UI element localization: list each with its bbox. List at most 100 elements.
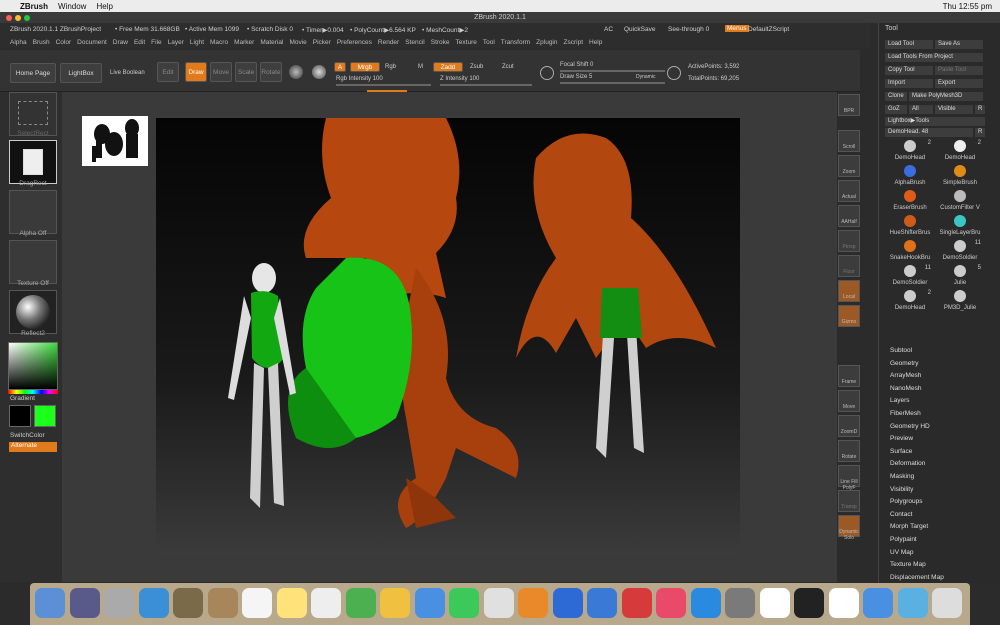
zbrush-icon[interactable] (828, 588, 859, 618)
subpalette-masking[interactable]: Masking (890, 473, 914, 480)
reminders-icon[interactable] (311, 588, 341, 618)
menu-file[interactable]: File (151, 39, 161, 46)
actual-button[interactable]: Actual (838, 180, 860, 202)
subpalette-arraymesh[interactable]: ArrayMesh (890, 372, 921, 379)
subpalette-contact[interactable]: Contact (890, 511, 912, 518)
alternate-button[interactable]: Alternate (9, 442, 57, 452)
draw-size-icon[interactable] (667, 66, 681, 80)
zsub-toggle[interactable]: Zsub (470, 64, 483, 70)
menu-draw[interactable]: Draw (113, 39, 128, 46)
network-icon[interactable] (863, 588, 893, 618)
hue-bar[interactable] (8, 390, 58, 394)
trash-icon[interactable] (932, 588, 962, 618)
tool-simplebrush[interactable]: SimpleBrush (937, 165, 983, 189)
color-sphere-icon[interactable] (312, 65, 326, 79)
menu-preferences[interactable]: Preferences (337, 39, 372, 46)
subpalette-nanomesh[interactable]: NanoMesh (890, 385, 921, 392)
live-boolean-button[interactable]: Live Boolean (110, 70, 145, 76)
lightbox-button[interactable]: LightBox (60, 63, 102, 83)
nosign-icon[interactable] (621, 588, 652, 618)
menu-document[interactable]: Document (77, 39, 107, 46)
ac-label[interactable]: AC (604, 26, 613, 33)
document-canvas[interactable] (156, 118, 740, 555)
subpalette-preview[interactable]: Preview (890, 435, 913, 442)
menu-help[interactable]: Help (589, 39, 602, 46)
demohead-slider[interactable]: DemoHead. 48 (885, 128, 973, 137)
zoom-icon[interactable] (24, 15, 30, 21)
scale-button[interactable]: Scale (235, 62, 257, 82)
focal-shift-slider[interactable]: Focal Shift 0 (560, 62, 593, 68)
news-icon[interactable] (587, 588, 617, 618)
color-picker[interactable] (8, 342, 58, 390)
alpha-slot[interactable] (9, 190, 57, 234)
transp-button[interactable]: Transp (838, 490, 860, 512)
zoom-button[interactable]: Zoom (838, 155, 860, 177)
menus-button[interactable]: Menus (725, 25, 749, 32)
subpalette-morph-target[interactable]: Morph Target (890, 523, 928, 530)
subpalette-deformation[interactable]: Deformation (890, 460, 925, 467)
scroll-button[interactable]: Scroll (838, 130, 860, 152)
edit-button[interactable]: Edit (157, 62, 179, 82)
preview-icon[interactable] (173, 588, 203, 618)
contacts-icon[interactable] (207, 588, 238, 618)
julie-figure-left[interactable] (228, 263, 296, 508)
soldier-figure-right[interactable] (516, 133, 716, 459)
goz-button[interactable]: GoZ (885, 105, 907, 114)
minimize-icon[interactable] (15, 15, 21, 21)
draw-size-track[interactable] (560, 82, 665, 84)
mrgb-toggle[interactable]: Mrgb (350, 62, 380, 72)
tool-demosoldier[interactable]: DemoSoldier 11 (887, 265, 933, 289)
menu-material[interactable]: Material (260, 39, 283, 46)
tool-demohead[interactable]: DemoHead 2 (887, 290, 933, 314)
launchpad-icon[interactable] (104, 588, 134, 618)
menu-transform[interactable]: Transform (501, 39, 530, 46)
frame-button[interactable]: Frame (838, 365, 860, 387)
subpalette-subtool[interactable]: Subtool (890, 347, 912, 354)
window-menu[interactable]: Window (58, 2, 86, 11)
subpalette-uv-map[interactable]: UV Map (890, 549, 913, 556)
tool-customfilter-v[interactable]: CustomFilter V (937, 190, 983, 214)
lightbox-tools-button[interactable]: Lightbox▶Tools (885, 117, 985, 126)
tool-julie[interactable]: Julie 5 (937, 265, 983, 289)
make-polymesh-button[interactable]: Make PolyMesh3D (909, 92, 983, 101)
bpr-button[interactable]: BPR (838, 94, 860, 116)
menu-macro[interactable]: Macro (210, 39, 228, 46)
load-tool-button[interactable]: Load Tool (885, 40, 933, 49)
switch-color-button[interactable]: SwitchColor (10, 432, 45, 439)
zcut-toggle[interactable]: Zcut (502, 64, 514, 70)
numbers-icon[interactable] (518, 588, 548, 618)
rotate-view-button[interactable]: Rotate (838, 440, 860, 462)
menu-stencil[interactable]: Stencil (405, 39, 425, 46)
subpalette-surface[interactable]: Surface (890, 448, 912, 455)
preferences-icon[interactable] (725, 588, 755, 618)
finder-icon[interactable] (35, 588, 65, 618)
drag-rect-icon[interactable] (9, 140, 57, 184)
subpalette-fibermesh[interactable]: FiberMesh (890, 410, 921, 417)
draw-size-slider[interactable]: Draw Size 5 (560, 74, 592, 80)
app-menu[interactable]: ZBrush (20, 2, 48, 11)
subpalette-displacement-map[interactable]: Displacement Map (890, 574, 944, 581)
zscript-label[interactable]: DefaultZScript (748, 26, 789, 33)
visible-button[interactable]: Visible (935, 105, 973, 114)
subpalette-geometry-hd[interactable]: Geometry HD (890, 423, 930, 430)
persp-button[interactable]: Persp (838, 230, 860, 252)
help-menu[interactable]: Help (96, 2, 112, 11)
tool-singlelayerbru[interactable]: SingleLayerBru (937, 215, 983, 239)
subpalette-geometry[interactable]: Geometry (890, 360, 919, 367)
menu-marker[interactable]: Marker (234, 39, 254, 46)
safari-icon[interactable] (138, 588, 169, 618)
keynote-icon[interactable] (552, 588, 583, 618)
tool-hueshifterbrus[interactable]: HueShifterBrus (887, 215, 933, 239)
solo-button[interactable]: Dynamic Solo (838, 515, 860, 541)
load-tools-project-button[interactable]: Load Tools From Project (885, 53, 983, 62)
maps-icon[interactable] (345, 588, 376, 618)
clone-button[interactable]: Clone (885, 92, 907, 101)
tool-demosoldier[interactable]: DemoSoldier 11 (937, 240, 983, 264)
demohead-green-model[interactable] (288, 257, 412, 448)
save-as-button[interactable]: Save As (935, 40, 983, 49)
all-button[interactable]: All (909, 105, 933, 114)
menu-layer[interactable]: Layer (168, 39, 184, 46)
menu-color[interactable]: Color (56, 39, 72, 46)
menu-texture[interactable]: Texture (456, 39, 477, 46)
tool-pm3d-julie[interactable]: PM3D_Julie (937, 290, 983, 314)
